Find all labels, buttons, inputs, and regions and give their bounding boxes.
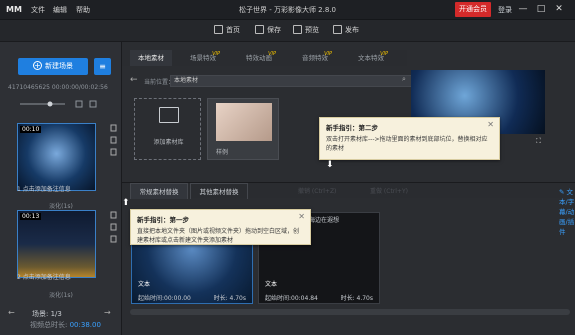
search-icon[interactable]: ⌕: [402, 75, 406, 84]
tab-other-replace[interactable]: 其他素材替换: [190, 183, 248, 199]
home-label: 首页: [226, 26, 240, 34]
maximize-button[interactable]: □: [535, 3, 547, 15]
close-icon[interactable]: ✕: [487, 120, 494, 129]
guide-tooltip-step1: 新手指引：第一步 直接把本地文件夹（图片或视频文件夹）拖动到空白区域，创建素材库…: [130, 209, 311, 245]
folder-plus-icon: [159, 107, 179, 123]
slot-text-label: 文本: [265, 281, 278, 288]
tab-normal-replace[interactable]: 常规素材替换: [130, 183, 188, 199]
scene-tools-icon: [110, 211, 117, 243]
next-scene-icon[interactable]: →: [104, 308, 111, 317]
scene-time-2: 00:13: [20, 213, 42, 220]
scene-caption-1[interactable]: 1 点击添加备注信息: [17, 184, 105, 193]
preview-label: 预览: [305, 26, 319, 34]
scene-thumbnail-1[interactable]: 00:10: [17, 123, 96, 191]
video-length: 视频总时长: 00:38.00: [30, 320, 101, 330]
vip-badge: VIP: [268, 51, 276, 57]
new-scene-button[interactable]: + 新建场景: [18, 58, 88, 75]
fullscreen-icon[interactable]: ⛶: [536, 137, 541, 146]
scene-transition-1[interactable]: 淡化(1s): [17, 201, 105, 210]
slot-title: 海边在遐想: [309, 217, 340, 224]
tab-local-material[interactable]: 本地素材: [130, 50, 172, 66]
scene-caption-2[interactable]: 2 点击添加备注信息: [17, 272, 105, 281]
toolbar: 首页 保存 预览 发布: [0, 20, 575, 42]
tooltip-title: 新手指引：第二步: [326, 124, 378, 132]
publish-label: 发布: [345, 26, 359, 34]
new-scene-label: 新建场景: [45, 62, 73, 70]
title-bar: MM 文件 编辑 帮助 松子世界 - 万彩影像大师 2.8.0 开通会员 登录 …: [0, 0, 575, 20]
list-icon: ≡: [99, 62, 106, 71]
tooltip-title: 新手指引：第一步: [137, 216, 189, 224]
slot-start-time: 起始时间:00:04.84: [265, 295, 318, 302]
save-label: 保存: [267, 26, 281, 34]
tab-audio-effects[interactable]: 音频特效 VIP: [294, 50, 336, 66]
scene-tools-icon: [110, 124, 117, 156]
vip-badge: VIP: [380, 51, 388, 57]
plus-icon: +: [33, 61, 42, 70]
scene-thumbnail-2[interactable]: 00:13: [17, 210, 96, 278]
preview-icon: [293, 25, 302, 34]
scene-id: 41710465625 00:00:00/00:02:56: [8, 84, 108, 91]
login-link[interactable]: 登录: [498, 5, 512, 15]
undo-button[interactable]: 撤销 (Ctrl+Z): [298, 186, 336, 195]
vip-badge: VIP: [324, 51, 332, 57]
scene-time-1: 00:10: [20, 126, 42, 133]
save-icon: [255, 25, 264, 34]
sample-label: 样例: [216, 149, 229, 156]
minimize-button[interactable]: —: [517, 3, 529, 15]
publish-button[interactable]: 发布: [333, 25, 359, 35]
add-library-label: 添加素材库: [153, 139, 184, 146]
slot-start-time: 起始时间:00:00.00: [138, 295, 191, 302]
vip-button[interactable]: 开通会员: [455, 2, 491, 17]
video-length-label: 视频总时长:: [30, 321, 68, 329]
material-tabs: 本地素材 场景特效 VIP 特效动画 VIP 音频特效 VIP 文本特效 VIP: [122, 50, 407, 66]
scene-transition-2[interactable]: 淡化(1s): [17, 290, 105, 299]
tab-label: 本地素材: [138, 54, 164, 62]
slot-duration: 时长: 4.70s: [340, 295, 373, 302]
slot-text-label: 文本: [138, 281, 151, 288]
text-fx-label: 文本/字幕/动画/插件: [559, 188, 575, 236]
arrow-up-icon: ⬆: [122, 198, 130, 208]
back-arrow-icon[interactable]: ←: [130, 75, 138, 85]
sample-library[interactable]: 样例: [207, 98, 279, 160]
edit-icon: ✎: [559, 188, 567, 196]
location-input[interactable]: 本地素材: [170, 75, 415, 87]
location-bar: ← 当前位置： 本地素材 ⌕: [130, 75, 415, 87]
home-icon: [214, 25, 223, 34]
replace-tabs: 常规素材替换 其他素材替换 撤销 (Ctrl+Z) 重做 (Ctrl+Y) ✎ …: [122, 182, 575, 236]
volume-slider-icon: [20, 100, 97, 108]
video-length-value: 00:38.00: [69, 321, 101, 329]
text-fx-link[interactable]: ✎ 文本/字幕/动画/插件: [559, 186, 575, 236]
sample-thumbnail: [216, 103, 272, 141]
scene-menu-button[interactable]: ≡: [94, 58, 111, 75]
scene-side-controls-1[interactable]: [110, 123, 118, 191]
tab-text-effects[interactable]: 文本特效 VIP: [350, 50, 392, 66]
home-button[interactable]: 首页: [214, 25, 240, 35]
tab-label: 其他素材替换: [199, 188, 239, 196]
add-library-button[interactable]: 添加素材库: [134, 98, 201, 160]
vip-badge: VIP: [212, 51, 220, 57]
slot-duration: 时长: 4.70s: [213, 295, 246, 302]
tooltip-body: 直接把本地文件夹（图片或视频文件夹）拖动到空白区域，创建素材库或点击新建文件夹添…: [137, 228, 300, 244]
tab-effect-animation[interactable]: 特效动画 VIP: [238, 50, 280, 66]
scene-side-controls-2[interactable]: [110, 210, 118, 278]
preview-button[interactable]: 预览: [293, 25, 319, 35]
tooltip-body: 双击打开素材库--->拖动里面的素材到底部坑位，替换相对应的素材: [326, 136, 488, 152]
scene-count: 场景: 1/3: [32, 310, 62, 318]
redo-button[interactable]: 重做 (Ctrl+Y): [370, 186, 408, 195]
timeline-scrollbar[interactable]: [130, 309, 570, 315]
arrow-down-icon: ⬇: [326, 160, 334, 170]
save-button[interactable]: 保存: [255, 25, 281, 35]
publish-icon: [333, 25, 342, 34]
close-button[interactable]: ✕: [553, 3, 565, 15]
tab-scene-effects[interactable]: 场景特效 VIP: [182, 50, 224, 66]
scene-volume-slider[interactable]: [10, 100, 110, 108]
tab-label: 常规素材替换: [139, 188, 179, 196]
prev-scene-icon[interactable]: ←: [8, 308, 15, 317]
close-icon[interactable]: ✕: [298, 212, 305, 221]
guide-tooltip-step2: 新手指引：第二步 双击打开素材库--->拖动里面的素材到底部坑位，替换相对应的素…: [319, 117, 500, 160]
